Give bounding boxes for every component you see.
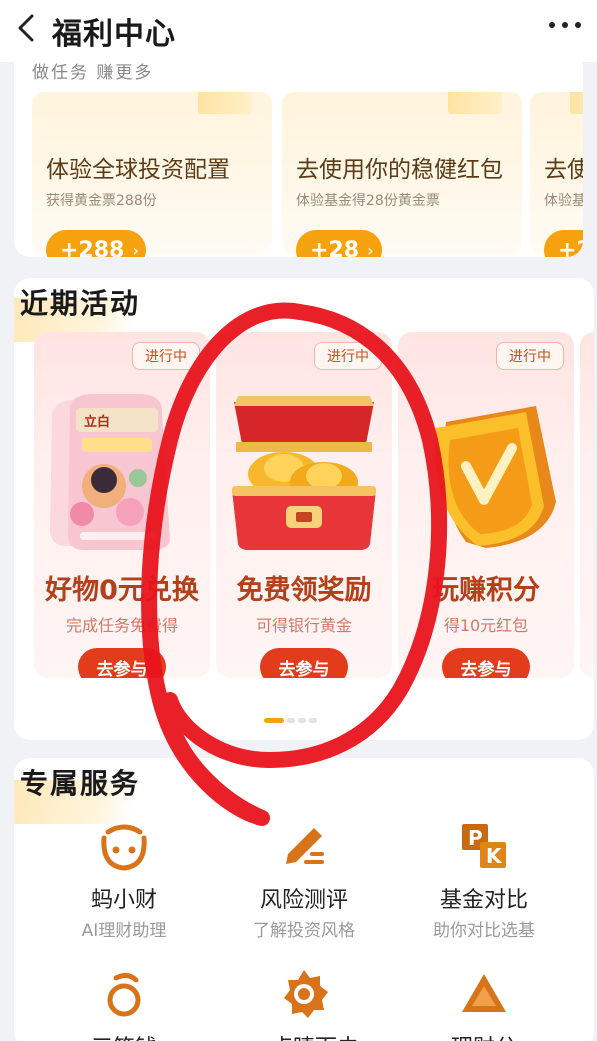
task-title: 去使用 [544,157,583,183]
join-button[interactable]: 去参与 [78,648,166,678]
gold-treasure-chest-image [232,396,376,550]
task-reward-label: +288 [60,237,125,258]
more-options-icon[interactable] [549,22,581,28]
pencil-document-icon [286,828,324,864]
pk-icon: P K [462,824,506,868]
service-name: 基金对比 [439,888,528,913]
coin-stack-icon [107,972,141,1017]
carousel-dot [287,718,295,723]
activity-card-earn-points[interactable]: 进行中 玩赚积分 得10元红包 去参与 [398,332,574,678]
back-arrow-icon[interactable] [10,10,46,46]
service-desc: 了解投资风格 [253,921,355,941]
carousel-indicator [264,718,317,723]
service-desc: AI理财助理 [81,921,167,941]
service-item-risk-assessment[interactable]: 风险测评 了解投资风格 [214,820,394,941]
section-title: 专属服务 [20,767,141,800]
service-name: 风险测评 [259,888,348,913]
carousel-dot [309,718,317,723]
activity-subtitle: 得10元红包 [443,616,529,635]
carousel-dot-active [264,718,284,723]
task-card-stable-redpacket[interactable]: 去使用你的稳健红包 体验基金得28份黄金票 +28 › [282,92,522,257]
service-item-three-money[interactable]: 三笔钱 [34,968,214,1041]
activity-subtitle: 完成任务免费得 [65,616,178,635]
chevron-right-icon: › [367,240,374,258]
activity-card-free-goods[interactable]: 进行中 立白 好物0元兑换 完成任务免费得 去参与 [34,332,210,678]
task-title: 去使用你的稳健红包 [296,157,503,183]
status-badge: 进行中 [314,342,382,370]
service-name: 蚂小财 [90,888,157,913]
golden-shield-image [434,406,556,548]
task-decoration [570,92,583,114]
task-subtitle: 获得黄金票288份 [46,193,157,209]
svg-text:K: K [486,844,503,868]
task-subtitle: 体验基金得28份黄金票 [296,193,440,209]
task-reward-label: +28 [558,237,583,258]
join-button[interactable]: 去参与 [260,648,348,678]
task-panel: 做任务 赚更多 体验全球投资配置 获得黄金票288份 +288 › 去使用你的稳… [14,62,583,257]
join-button[interactable]: 去参与 [442,648,530,678]
service-item-wealth-score[interactable]: 理财分 [394,968,574,1041]
section-title: 近期活动 [20,287,141,320]
svg-text:立白: 立白 [84,414,110,430]
activity-title: 玩赚积分 [432,575,540,606]
task-decoration [198,92,252,114]
service-item-fund-compare[interactable]: P K 基金对比 助你对比选基 [394,820,574,941]
activity-card-free-reward[interactable]: 进行中 免费领奖励 可得银行黄金 去参与 [216,332,392,678]
task-title: 体验全球投资配置 [46,157,230,183]
service-name: 一点睛而未 [214,1030,394,1041]
carousel-dot [298,718,306,723]
task-card-global-investment[interactable]: 体验全球投资配置 获得黄金票288份 +288 › [32,92,272,257]
service-desc: 助你对比选基 [433,921,535,941]
top-bar: 福利中心 [0,0,597,62]
task-subtitle: 体验基 [544,193,583,209]
task-decoration [448,92,502,114]
task-reward-button[interactable]: +288 › [46,230,146,257]
activity-subtitle: 可得银行黄金 [255,616,352,635]
exclusive-services-panel: 专属服务 蚂小财 AI理财助理 风险测评 了解投资风格 P K 基金对比 助你对… [14,758,594,1041]
service-item-ma-xiao-cai[interactable]: 蚂小财 AI理财助理 [34,820,214,941]
task-reward-button[interactable]: +28 [544,230,583,257]
task-card-third[interactable]: 去使用 体验基 +28 [530,92,583,257]
recent-activities-panel: 近期活动 进行中 立白 好物0元兑换 完成任务免费得 去参与 进行中 免费领奖励… [14,278,594,740]
task-reward-button[interactable]: +28 › [296,230,382,257]
robot-face-icon [101,824,147,871]
status-badge: 进行中 [132,342,200,370]
detergent-pouch-image: 立白 [50,394,170,550]
service-name: 理财分 [394,1030,574,1041]
page-title: 福利中心 [52,17,176,52]
chevron-right-icon: › [132,240,139,258]
activity-title: 免费领奖励 [236,575,372,606]
service-name: 三笔钱 [34,1030,214,1041]
status-badge: 进行中 [496,342,564,370]
activity-card-peek[interactable] [580,332,594,678]
task-reward-label: +28 [310,237,360,258]
task-panel-header: 做任务 赚更多 [32,63,154,83]
activity-title: 好物0元兑换 [45,575,199,606]
service-item-fifth[interactable]: 一点睛而未 [214,968,394,1041]
triangle-score-icon [462,974,506,1012]
gear-badge-icon [284,970,328,1018]
